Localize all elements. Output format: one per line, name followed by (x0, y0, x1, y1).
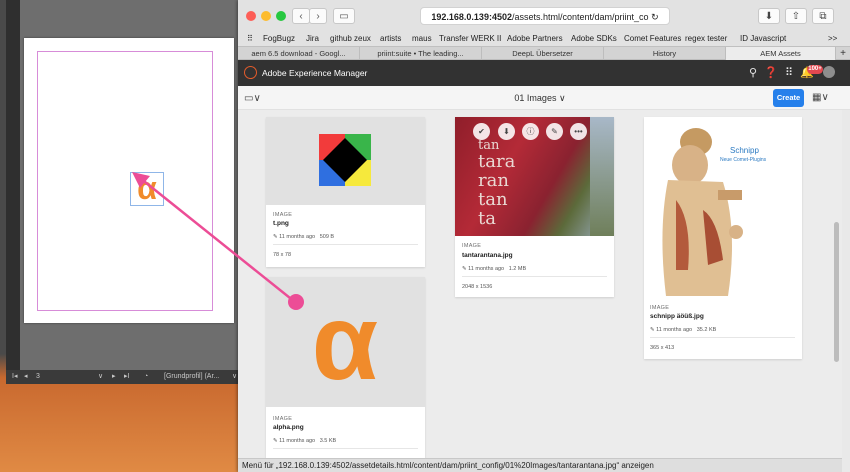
last-page-icon[interactable]: ▸I (124, 370, 129, 384)
new-tab-button[interactable]: + (836, 47, 850, 60)
address-bar[interactable]: 192.168.0.139:4502/assets.html/content/d… (420, 7, 670, 25)
preflight-icon[interactable]: ◔ (144, 370, 148, 384)
forward-button[interactable]: › (309, 8, 327, 24)
asset-age: 11 months ago (279, 438, 316, 444)
first-page-icon[interactable]: I◂ (12, 370, 17, 384)
browser-status-bar: Menü für „192.168.0.139:4502/assetdetail… (238, 458, 842, 472)
page-number[interactable]: 3 (36, 370, 40, 384)
asset-size: 509 B (319, 234, 335, 240)
tab-history[interactable]: History (604, 47, 726, 60)
tab-bar: aem 6.5 download - Googl... priint:suite… (238, 46, 850, 60)
aem-logo-icon[interactable] (244, 66, 257, 79)
preflight-profile[interactable]: [Grundprofil] (Ar... (164, 370, 219, 384)
tab-aem-assets[interactable]: AEM Assets (726, 47, 836, 60)
asset-meta: ✎ 11 months ago 1.2 MB (462, 266, 526, 272)
favorite-link[interactable]: regex tester (685, 32, 727, 46)
url-path: /assets.html/content/dam/priint_co (511, 12, 649, 22)
favorite-link[interactable]: Adobe Partners (507, 32, 563, 46)
indesign-status-bar: I◂ ◂ 3 ∨ ▸ ▸I ◔ [Grundprofil] (Ar... ∨ (6, 370, 246, 384)
schnipp-thumb-subtitle: Neue Comet-Plugins (720, 157, 767, 163)
favorite-link[interactable]: FogBugz (263, 32, 295, 46)
sign-line: tan (478, 189, 508, 210)
download-icon[interactable]: ⬇ (498, 123, 515, 140)
tab-aem-download[interactable]: aem 6.5 download - Googl... (238, 47, 360, 60)
pencil-icon: ✎ (462, 266, 467, 272)
asset-age: 11 months ago (656, 327, 693, 333)
back-button[interactable]: ‹ (292, 8, 310, 24)
prev-page-icon[interactable]: ◂ (24, 370, 28, 384)
profile-dropdown-icon[interactable]: ∨ (232, 370, 237, 384)
close-window-button[interactable] (246, 11, 256, 21)
create-button[interactable]: Create (773, 89, 804, 107)
favorites-overflow[interactable]: >> (828, 32, 837, 46)
asset-age: 11 months ago (468, 266, 505, 272)
favorite-link[interactable]: maus (412, 32, 432, 46)
drag-arrow-annotation (132, 172, 304, 310)
card-divider (273, 448, 418, 449)
asset-dimensions: 365 x 413 (650, 345, 675, 351)
zoom-window-button[interactable] (276, 11, 286, 21)
notification-badge: 100+ (807, 65, 823, 74)
sign-line: ta (478, 208, 496, 229)
favorite-link[interactable]: artists (380, 32, 401, 46)
card-divider (462, 276, 607, 277)
help-icon[interactable]: ❓ (764, 65, 778, 81)
asset-size: 1.2 MB (508, 266, 527, 272)
tabs-overview-icon[interactable]: ⧉ (812, 8, 834, 24)
sidebar-toggle-icon[interactable]: ▭ (333, 8, 355, 24)
scrollbar-thumb[interactable] (834, 222, 839, 362)
asset-meta: ✎ 11 months ago 3.5 KB (273, 438, 336, 444)
chevron-down-icon: ∨ (558, 93, 566, 103)
card-divider (650, 337, 795, 338)
page-dropdown-icon[interactable]: ∨ (98, 370, 103, 384)
tab-priint-suite[interactable]: priint:suite • The leading... (360, 47, 482, 60)
more-actions-icon[interactable]: ••• (570, 123, 587, 140)
edit-pencil-icon[interactable]: ✎ (546, 123, 563, 140)
info-icon[interactable]: ⓘ (522, 123, 539, 140)
asset-type: IMAGE (273, 416, 293, 422)
folder-title[interactable]: 01 Images ∨ (500, 86, 580, 110)
pencil-icon: ✎ (650, 327, 655, 333)
folder-label: 01 Images (514, 93, 557, 103)
favorite-link[interactable]: Transfer WERK II (439, 32, 501, 46)
sign-line: tara (478, 151, 516, 172)
next-page-icon[interactable]: ▸ (112, 370, 116, 384)
favorite-link[interactable]: github zeux (330, 32, 371, 46)
tantarantana-sign-text: tan tara ran tan ta (478, 139, 558, 229)
favorite-link[interactable]: Adobe SDKs (571, 32, 617, 46)
share-icon[interactable]: ⇧ (785, 8, 807, 24)
reload-icon[interactable]: ↻ (651, 12, 659, 22)
pencil-icon: ✎ (273, 438, 278, 444)
tab-deepl[interactable]: DeepL Übersetzer (482, 47, 604, 60)
favorites-grid-icon[interactable]: ⠿ (247, 32, 253, 46)
select-checkmark-icon[interactable]: ✔ (473, 123, 490, 140)
url-host: 192.168.0.139:4502 (431, 12, 512, 22)
user-avatar[interactable] (823, 66, 835, 78)
asset-type: IMAGE (462, 243, 482, 249)
t-png-thumbnail-image (319, 134, 371, 186)
favorite-link[interactable]: Jira (306, 32, 319, 46)
rail-toggle-icon[interactable]: ▭∨ (244, 92, 266, 106)
solutions-grid-icon[interactable]: ⠿ (782, 65, 796, 81)
asset-size: 3.5 KB (319, 438, 337, 444)
favorite-link[interactable]: Comet Features (624, 32, 681, 46)
asset-meta: ✎ 11 months ago 35.2 KB (650, 327, 716, 333)
favorites-bar: ⠿ FogBugz Jira github zeux artists maus … (238, 32, 850, 46)
asset-size: 35.2 KB (696, 327, 717, 333)
asset-type: IMAGE (650, 305, 670, 311)
favorite-link[interactable]: ID Javascript (740, 32, 786, 46)
asset-name[interactable]: schnipp äöüß.jpg (650, 313, 704, 320)
sign-line: ran (478, 170, 509, 191)
asset-dimensions: 2048 x 1536 (462, 284, 493, 290)
asset-name[interactable]: alpha.png (273, 424, 304, 431)
indesign-tools-panel[interactable] (6, 0, 20, 384)
search-icon[interactable]: ⚲ (746, 65, 760, 81)
downloads-icon[interactable]: ⬇ (758, 8, 780, 24)
minimize-window-button[interactable] (261, 11, 271, 21)
asset-name[interactable]: tantarantana.jpg (462, 252, 513, 259)
view-switcher-icon[interactable]: ▦∨ (812, 90, 834, 106)
aem-app-title[interactable]: Adobe Experience Manager (262, 60, 367, 86)
schnipp-thumb-title: Schnipp (730, 146, 759, 155)
thumbnail-sky (590, 117, 614, 236)
